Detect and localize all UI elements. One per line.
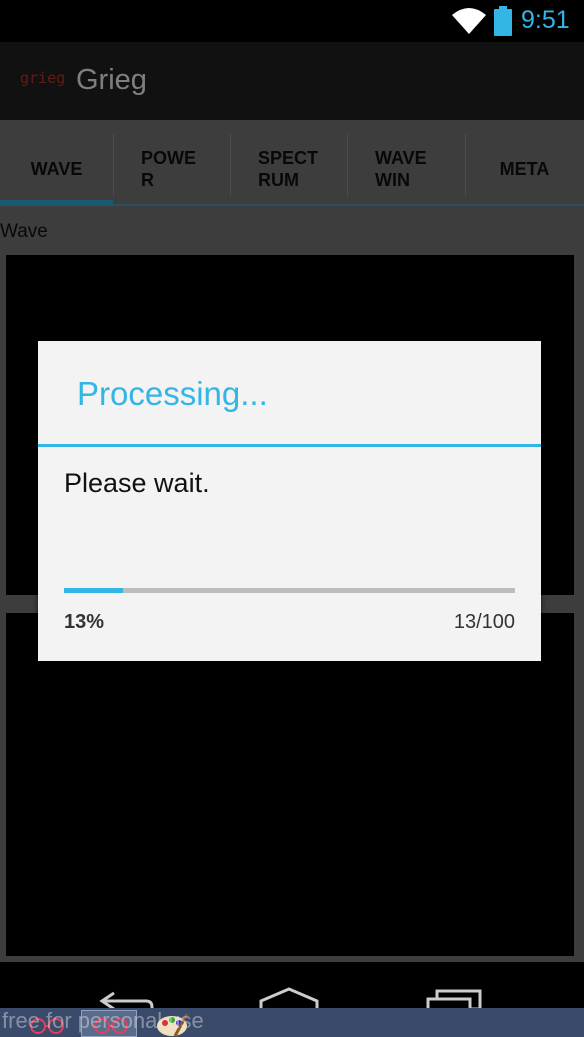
dialog-title: Processing... xyxy=(77,375,268,412)
dialog-title-divider xyxy=(38,444,541,447)
progress-percent: 13% xyxy=(64,611,105,633)
watermark-text: free for personal use xyxy=(2,1008,204,1033)
status-bar: 9:51 xyxy=(0,0,584,42)
progress-bar xyxy=(64,588,515,593)
status-clock: 9:51 xyxy=(521,6,570,34)
progress-count: 13/100 xyxy=(453,611,515,633)
wifi-icon xyxy=(452,8,486,34)
progress-dialog: Processing... Please wait. 13% 13/100 xyxy=(38,341,541,661)
dialog-message: Please wait. xyxy=(64,468,210,498)
progress-bar-fill xyxy=(64,588,123,593)
battery-icon xyxy=(494,6,512,36)
